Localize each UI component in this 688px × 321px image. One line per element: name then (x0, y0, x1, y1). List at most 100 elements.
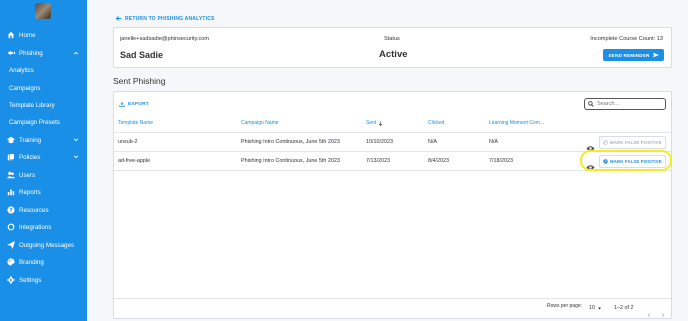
cell-campaign-name: Phishing Intro Continuous, June 5th 2023 (241, 158, 340, 164)
sidebar-item-resources[interactable]: ? Resources (0, 203, 87, 217)
sidebar-item-training[interactable]: Training (0, 133, 87, 147)
sidebar-item-policies[interactable]: Policies (0, 150, 87, 164)
palette-icon (7, 258, 15, 266)
column-header-label: Learning Moment Com... (489, 120, 545, 126)
chevron-up-icon (73, 50, 79, 56)
previous-page-button[interactable] (646, 305, 652, 318)
chevron-down-icon (598, 307, 601, 309)
column-header-sent[interactable]: Sent (366, 120, 383, 126)
mark-false-positive-button[interactable]: MARK FALSE POSITIVE (599, 135, 666, 149)
cell-sent: 10/10/2023 (366, 139, 393, 145)
sidebar-item-branding[interactable]: Branding (0, 255, 87, 269)
sidebar-item-analytics[interactable]: Analytics (0, 63, 87, 77)
column-header-learning-moment[interactable]: Learning Moment Com... (489, 120, 544, 126)
reports-icon (7, 188, 15, 196)
sidebar-item-integrations[interactable]: Integrations (0, 220, 87, 234)
cell-clicked: N/A (428, 139, 437, 145)
mark-false-positive-label: MARK FALSE POSITIVE (610, 139, 662, 145)
sidebar-item-label: Policies (19, 153, 41, 161)
user-email: janelle+sadsadie@phinsecurity.com (120, 36, 210, 42)
column-header-label: Template Name (118, 120, 154, 126)
rows-per-page-value: 10 (589, 305, 595, 311)
section-title: Sent Phishing (113, 76, 166, 86)
phishing-icon (7, 49, 15, 57)
status-label: Status (384, 36, 400, 42)
footer-divider (114, 298, 671, 299)
sidebar-item-campaigns[interactable]: Campaigns (0, 81, 87, 95)
sidebar-item-label: Reports (19, 188, 41, 196)
chevron-left-icon (647, 312, 651, 318)
column-header-clicked[interactable]: Clicked (428, 120, 444, 126)
gear-icon (7, 276, 15, 284)
sidebar-item-users[interactable]: Users (0, 168, 87, 182)
sidebar-item-phishing[interactable]: Phishing (0, 46, 87, 60)
svg-text:?: ? (9, 208, 12, 214)
status-value: Active (379, 49, 408, 60)
sent-phishing-table: EXPORT Template Name Campaign Name Sent … (113, 91, 672, 319)
incomplete-course-count: Incomplete Course Count: 13 (590, 36, 663, 42)
return-to-phishing-analytics-link[interactable]: RETURN TO PHISHING ANALYTICS (115, 15, 215, 22)
sidebar-item-outgoing-messages[interactable]: Outgoing Messages (0, 238, 87, 252)
cell-template-name: ad-free-apple (118, 158, 151, 164)
rows-per-page-select[interactable]: 10 (589, 305, 602, 311)
chevron-down-icon (73, 154, 79, 160)
user-name: Sad Sadie (120, 50, 164, 60)
arrow-down-icon (379, 121, 383, 126)
sidebar-item-settings[interactable]: Settings (0, 273, 87, 287)
users-icon (7, 171, 15, 179)
integrations-icon (7, 223, 15, 231)
export-label: EXPORT (128, 101, 149, 107)
cell-campaign-name: Phishing Intro Continuous, June 5th 2023 (241, 139, 340, 145)
avatar[interactable] (35, 3, 51, 19)
home-icon (7, 31, 15, 39)
policies-icon (7, 153, 15, 161)
sidebar-item-campaign-presets[interactable]: Campaign Presets (0, 115, 87, 129)
sidebar-item-label: Campaigns (9, 84, 41, 92)
cell-learning-moment: 7/18/2023 (489, 158, 513, 164)
send-icon (7, 241, 15, 249)
sidebar-item-label: Settings (19, 276, 42, 284)
column-header-label: Campaign Name (241, 120, 279, 126)
column-header-label: Clicked (428, 120, 445, 126)
download-icon (119, 101, 125, 107)
row-actions: MARK FALSE POSITIVE (584, 135, 670, 151)
eye-icon[interactable] (586, 139, 595, 151)
column-header-campaign-name[interactable]: Campaign Name (241, 120, 279, 126)
next-page-button[interactable] (660, 305, 666, 318)
cell-learning-moment: N/A (489, 139, 498, 145)
cell-sent: 7/13/2023 (366, 158, 390, 164)
back-link-label: RETURN TO PHISHING ANALYTICS (125, 15, 215, 22)
sidebar-item-label: Phishing (19, 49, 43, 57)
user-summary-card: janelle+sadsadie@phinsecurity.com Sad Sa… (113, 27, 672, 68)
block-icon (603, 139, 608, 145)
chevron-right-icon (661, 312, 665, 318)
sidebar-item-home[interactable]: Home (0, 28, 87, 42)
sidebar-item-template-library[interactable]: Template Library (0, 98, 87, 112)
sidebar-item-label: Resources (19, 206, 49, 214)
pagination-range: 1–2 of 2 (614, 305, 634, 311)
help-icon: ? (7, 206, 15, 214)
sidebar-item-label: Outgoing Messages (19, 241, 75, 249)
search-box[interactable] (584, 98, 666, 110)
cell-template-name: unsub-2 (118, 139, 138, 145)
export-button[interactable]: EXPORT (119, 101, 149, 107)
sidebar: Home Phishing Analytics Campaigns Templa… (0, 0, 87, 321)
rows-per-page-label: Rows per page: (547, 303, 583, 309)
search-icon (588, 101, 594, 107)
sidebar-item-label: Integrations (19, 223, 52, 231)
chevron-down-icon (73, 137, 79, 143)
sidebar-item-label: Analytics (9, 66, 34, 74)
send-reminder-button[interactable]: SEND REMINDER (603, 49, 664, 61)
highlight-annotation (580, 150, 672, 171)
send-icon (652, 52, 659, 58)
sidebar-item-label: Branding (19, 258, 44, 266)
search-input[interactable] (597, 101, 665, 107)
column-header-label: Sent (366, 120, 377, 126)
sidebar-item-reports[interactable]: Reports (0, 185, 87, 199)
sidebar-item-label: Campaign Presets (9, 118, 60, 126)
sidebar-item-label: Users (19, 171, 36, 179)
sidebar-item-label: Training (19, 136, 42, 144)
column-header-template-name[interactable]: Template Name (118, 120, 153, 126)
send-reminder-label: SEND REMINDER (608, 52, 650, 58)
sidebar-item-label: Template Library (9, 101, 55, 109)
